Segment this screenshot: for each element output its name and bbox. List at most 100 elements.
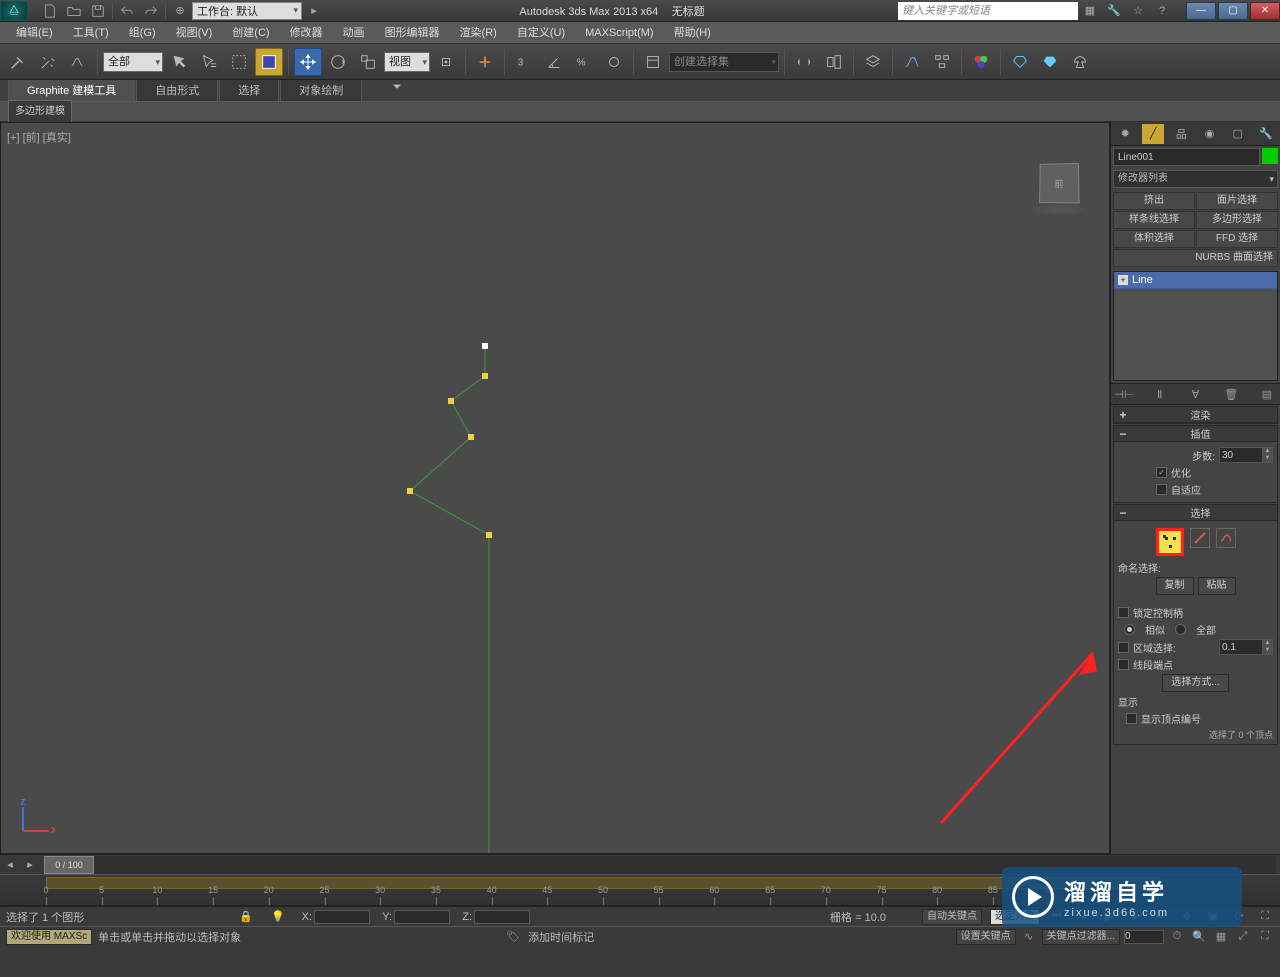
menu-animation[interactable]: 动画 [333,22,375,44]
subobj-segment-button[interactable] [1190,528,1210,548]
open-icon[interactable] [62,1,86,21]
modify-tab-icon[interactable]: ╱ [1142,124,1164,144]
add-time-tag[interactable]: 添加时间标记 [528,929,594,945]
mod-extrude-button[interactable]: 挤出 [1113,192,1195,210]
named-sel-combo[interactable]: 创建选择集 [669,52,779,72]
utilities-tab-icon[interactable]: 🔧 [1255,124,1277,144]
toolbox-icon[interactable]: ▦ [1078,1,1102,21]
unlink-icon[interactable] [34,48,62,76]
pivot-icon[interactable] [432,48,460,76]
maxscript-listener[interactable]: 欢迎使用 MAXSc [6,929,92,945]
redo-icon[interactable] [139,1,163,21]
timeline-prev-icon[interactable]: ◂ [0,855,20,875]
curve-editor-icon[interactable] [898,48,926,76]
configure-sets-icon[interactable]: ▤ [1258,385,1276,403]
fov-icon[interactable]: ▦ [1212,929,1230,945]
viewport[interactable]: [+] [前] [真实] 前 z x [0,122,1110,854]
coord-y-input[interactable] [394,910,450,924]
rollout-selection-head[interactable]: −选择 [1114,505,1277,521]
show-vertnum-checkbox[interactable] [1126,713,1137,724]
stack-line-item[interactable]: + Line [1114,272,1277,289]
steps-input[interactable] [1219,447,1263,463]
menu-group[interactable]: 组(G) [119,22,166,44]
ribbon-collapse-icon[interactable]: ⏷ [383,73,411,101]
select-object-icon[interactable] [165,48,193,76]
render-frame-icon[interactable] [1036,48,1064,76]
menu-maxscript[interactable]: MAXScript(M) [575,22,663,44]
key-filters-button[interactable]: 关键点过滤器... [1042,929,1120,945]
selection-filter-combo[interactable]: 全部 [103,52,163,72]
tab-freeform[interactable]: 自由形式 [136,78,218,101]
time-slider-handle[interactable]: 0 / 100 [44,856,94,874]
workspace-arrow-icon[interactable]: ▸ [302,1,326,21]
mod-splinesel-button[interactable]: 样条线选择 [1113,211,1195,229]
timeline-next-icon[interactable]: ▸ [20,855,40,875]
select-scale-icon[interactable] [354,48,382,76]
minimize-button[interactable]: — [1186,2,1216,20]
remove-mod-icon[interactable]: 🗑 [1222,385,1240,403]
mirror-icon[interactable] [790,48,818,76]
setkey-button[interactable]: 设置关键点 [956,929,1016,945]
poly-modeling-button[interactable]: 多边形建模 [8,100,72,124]
paste-button[interactable]: 粘贴 [1198,577,1236,595]
subobj-spline-button[interactable] [1216,528,1236,548]
isolate-icon[interactable]: 💡 [266,907,290,927]
help-icon[interactable]: ? [1150,1,1174,21]
modifier-list-combo[interactable]: 修改器列表 [1113,170,1278,188]
subobj-vertex-button[interactable] [1156,528,1184,556]
select-link-icon[interactable] [4,48,32,76]
mod-volsel-button[interactable]: 体积选择 [1113,230,1195,248]
similar-radio[interactable] [1124,624,1135,635]
mod-polysel-button[interactable]: 多边形选择 [1196,211,1278,229]
render-icon[interactable] [1066,48,1094,76]
manipulate-icon[interactable] [471,48,499,76]
motion-tab-icon[interactable]: ◉ [1199,124,1221,144]
area-spinner[interactable]: ▲▼ [1263,639,1273,655]
select-name-icon[interactable] [195,48,223,76]
close-button[interactable]: ✕ [1250,2,1280,20]
coord-z-input[interactable] [474,910,530,924]
display-tab-icon[interactable]: ▢ [1227,124,1249,144]
mod-ffdsel-button[interactable]: FFD 选择 [1196,230,1278,248]
optimize-checkbox[interactable]: ✓ [1156,467,1167,478]
angle-snap-icon[interactable] [540,48,568,76]
segend-checkbox[interactable] [1118,659,1129,670]
select-move-icon[interactable] [294,48,322,76]
search-input[interactable]: 键入关键字或短语 [898,2,1078,20]
area-select-checkbox[interactable] [1118,642,1129,653]
bind-icon[interactable] [64,48,92,76]
walk-icon[interactable]: ⤢ [1234,929,1252,945]
key-mode-icon[interactable]: ∿ [1020,929,1038,945]
object-color-swatch[interactable] [1262,148,1278,164]
all-radio[interactable] [1175,624,1186,635]
layers-icon[interactable] [859,48,887,76]
spinner-snap-icon[interactable] [600,48,628,76]
schematic-view-icon[interactable] [928,48,956,76]
percent-snap-icon[interactable]: % [570,48,598,76]
menu-edit[interactable]: 编辑(E) [6,22,63,44]
time-config-icon[interactable]: ⏱ [1168,929,1186,945]
snap-toggle-icon[interactable]: 3 [510,48,538,76]
render-setup-icon[interactable] [1006,48,1034,76]
area-value-input[interactable] [1219,639,1263,655]
stack-expand-icon[interactable]: + [1118,275,1128,285]
adaptive-checkbox[interactable] [1156,484,1167,495]
material-editor-icon[interactable] [967,48,995,76]
mod-nurbs-button[interactable]: NURBS 曲面选择 [1113,249,1278,267]
app-logo[interactable]: ⧋ [0,1,28,21]
menu-customize[interactable]: 自定义(U) [507,22,575,44]
zoom-extents-icon[interactable]: 🔍 [1190,929,1208,945]
select-rotate-icon[interactable] [324,48,352,76]
lock-icon[interactable]: 🔒 [234,907,258,927]
create-tab-icon[interactable]: ✹ [1114,124,1136,144]
menu-modifiers[interactable]: 修改器 [280,22,333,44]
autokey-button[interactable]: 自动关键点 [922,909,982,925]
pin-stack-icon[interactable]: ⊣⊢ [1115,385,1133,403]
menu-grapheditors[interactable]: 图形编辑器 [375,22,450,44]
show-result-icon[interactable]: Ⅱ [1151,385,1169,403]
object-name-input[interactable] [1113,148,1260,166]
current-frame-input[interactable] [1124,930,1164,944]
edit-named-sel-icon[interactable] [639,48,667,76]
rollout-render-head[interactable]: +渲染 [1114,407,1277,423]
max-toggle-icon[interactable]: ⛶ [1256,929,1274,945]
